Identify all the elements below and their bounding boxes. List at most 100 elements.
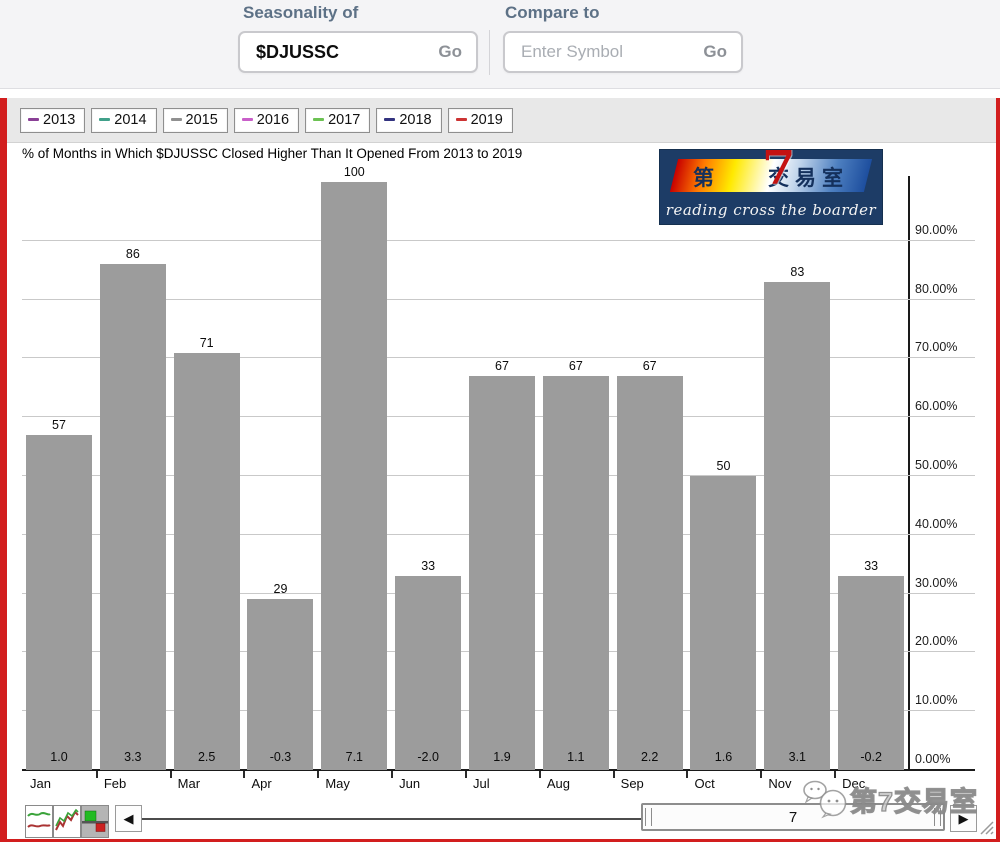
bar-value-label: 86 bbox=[100, 247, 166, 261]
bar-Feb bbox=[100, 264, 166, 770]
x-axis-tick bbox=[539, 771, 541, 778]
legend-dash-icon bbox=[28, 118, 39, 121]
x-axis-tick bbox=[317, 771, 319, 778]
top-header: Seasonality of Go Compare to Go bbox=[0, 0, 1000, 89]
bar-Dec bbox=[838, 576, 904, 770]
chat-face-icon bbox=[802, 779, 850, 819]
bar-footer-value: 2.2 bbox=[617, 750, 683, 764]
bar-value-label: 50 bbox=[690, 459, 756, 473]
x-axis-month-label: Nov bbox=[768, 776, 791, 791]
legend-year-2017[interactable]: 2017 bbox=[305, 108, 370, 133]
bar-footer-value: -0.2 bbox=[838, 750, 904, 764]
wechat-watermark: 第7交易室 bbox=[802, 779, 978, 819]
chart-type-button-seasonality-bars[interactable] bbox=[81, 805, 109, 838]
x-axis-tick bbox=[834, 771, 836, 778]
legend-year-2016[interactable]: 2016 bbox=[234, 108, 299, 133]
overlay-line-chart-icon bbox=[55, 808, 79, 835]
bar-value-label: 57 bbox=[26, 418, 92, 432]
legend-year-label: 2015 bbox=[186, 112, 218, 128]
y-axis-tick-label: 50.00% bbox=[915, 458, 985, 472]
legend-year-2019[interactable]: 2019 bbox=[448, 108, 513, 133]
x-axis-tick bbox=[613, 771, 615, 778]
bar-value-label: 83 bbox=[764, 265, 830, 279]
bar-footer-value: 2.5 bbox=[174, 750, 240, 764]
left-arrow-icon: ◀ bbox=[124, 811, 134, 827]
compare-go-button[interactable]: Go bbox=[703, 42, 727, 62]
bar-Jun bbox=[395, 576, 461, 770]
seasonality-symbol-box: Go bbox=[238, 31, 478, 73]
x-axis-month-label: Sep bbox=[621, 776, 644, 791]
bar-value-label: 67 bbox=[543, 359, 609, 373]
y-axis-tick-label: 40.00% bbox=[915, 517, 985, 531]
x-axis-tick bbox=[760, 771, 762, 778]
header-divider bbox=[489, 30, 490, 75]
x-axis-month-label: Apr bbox=[251, 776, 271, 791]
bar-value-label: 67 bbox=[469, 359, 535, 373]
legend-year-2013[interactable]: 2013 bbox=[20, 108, 85, 133]
y-axis-tick-label: 10.00% bbox=[915, 693, 985, 707]
x-axis-month-label: May bbox=[325, 776, 350, 791]
legend-year-label: 2018 bbox=[399, 112, 431, 128]
legend-year-label: 2013 bbox=[43, 112, 75, 128]
y-axis-tick-label: 20.00% bbox=[915, 634, 985, 648]
chart-type-button-lines[interactable] bbox=[25, 805, 53, 838]
x-axis-tick bbox=[243, 771, 245, 778]
seasonality-symbol-input[interactable] bbox=[254, 41, 418, 64]
bar-Jul bbox=[469, 376, 535, 770]
dual-line-chart-icon bbox=[27, 808, 51, 835]
legend-year-label: 2019 bbox=[471, 112, 503, 128]
bar-footer-value: 1.1 bbox=[543, 750, 609, 764]
seasonality-chart-panel: 2013 2014 2015 2016 2017 2018 2019 % of Months… bbox=[0, 98, 1000, 842]
bar-footer-value: 1.6 bbox=[690, 750, 756, 764]
legend-year-label: 2014 bbox=[114, 112, 146, 128]
chart-type-button-overlay[interactable] bbox=[53, 805, 81, 838]
bar-Oct bbox=[690, 476, 756, 770]
compare-symbol-box: Go bbox=[503, 31, 743, 73]
chart-title: % of Months in Which $DJUSSC Closed High… bbox=[22, 146, 522, 161]
legend-year-2015[interactable]: 2015 bbox=[163, 108, 228, 133]
legend-dash-icon bbox=[384, 118, 395, 121]
plot-area: 571.0Jan863.3Feb712.5Mar29-0.3Apr1007.1M… bbox=[22, 172, 908, 770]
y-axis-tick-label: 60.00% bbox=[915, 399, 985, 413]
compare-to-label: Compare to bbox=[505, 3, 599, 23]
legend-year-2018[interactable]: 2018 bbox=[376, 108, 441, 133]
x-axis-month-label: Jul bbox=[473, 776, 490, 791]
bar-footer-value: 7.1 bbox=[321, 750, 387, 764]
scrollbar-thumb-label: 7 bbox=[789, 809, 797, 826]
x-axis-month-label: Feb bbox=[104, 776, 126, 791]
y-axis-tick-label: 80.00% bbox=[915, 282, 985, 296]
compare-symbol-input[interactable] bbox=[519, 41, 683, 63]
legend-year-label: 2017 bbox=[328, 112, 360, 128]
bar-value-label: 33 bbox=[838, 559, 904, 573]
seasonality-of-label: Seasonality of bbox=[243, 3, 358, 23]
bar-footer-value: 3.1 bbox=[764, 750, 830, 764]
year-legend: 2013 2014 2015 2016 2017 2018 2019 bbox=[7, 98, 996, 143]
y-axis-tick-label: 70.00% bbox=[915, 340, 985, 354]
resize-grip-icon[interactable] bbox=[975, 816, 995, 836]
bar-footer-value: -0.3 bbox=[247, 750, 313, 764]
bar-May bbox=[321, 182, 387, 770]
scrollbar-track[interactable] bbox=[142, 818, 642, 820]
y-axis-tick-label: 30.00% bbox=[915, 576, 985, 590]
bar-Aug bbox=[543, 376, 609, 770]
bar-value-label: 33 bbox=[395, 559, 461, 573]
y-axis-tick-label: 90.00% bbox=[915, 223, 985, 237]
bar-value-label: 100 bbox=[321, 165, 387, 179]
bar-Apr bbox=[247, 599, 313, 770]
bar-Nov bbox=[764, 282, 830, 770]
bar-footer-value: -2.0 bbox=[395, 750, 461, 764]
x-axis-month-label: Mar bbox=[178, 776, 200, 791]
legend-year-2014[interactable]: 2014 bbox=[91, 108, 156, 133]
x-axis-tick bbox=[391, 771, 393, 778]
scroll-left-button[interactable]: ◀ bbox=[115, 805, 142, 832]
legend-dash-icon bbox=[242, 118, 253, 121]
bar-Sep bbox=[617, 376, 683, 770]
legend-year-label: 2016 bbox=[257, 112, 289, 128]
bar-Jan bbox=[26, 435, 92, 770]
bar-footer-value: 1.9 bbox=[469, 750, 535, 764]
bar-footer-value: 1.0 bbox=[26, 750, 92, 764]
seasonality-go-button[interactable]: Go bbox=[438, 42, 462, 62]
bar-Mar bbox=[174, 353, 240, 770]
bar-value-label: 67 bbox=[617, 359, 683, 373]
legend-dash-icon bbox=[99, 118, 110, 121]
